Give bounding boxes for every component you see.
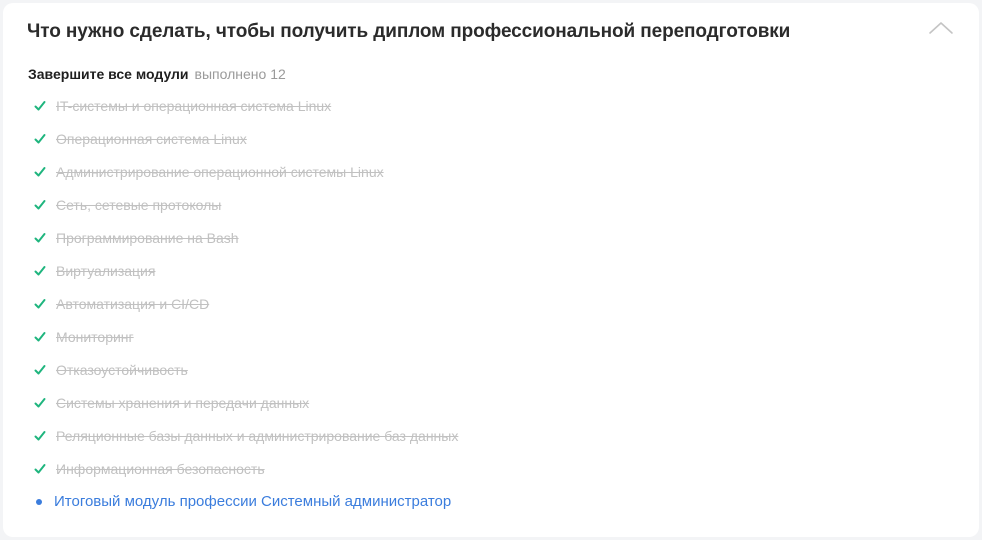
module-item: Информационная безопасность — [34, 452, 458, 485]
requirements-card: Что нужно сделать, чтобы получить диплом… — [3, 3, 979, 537]
module-link[interactable]: Администрирование операционной системы L… — [56, 164, 384, 180]
module-item: Программирование на Bash — [34, 221, 458, 254]
module-link[interactable]: Системы хранения и передачи данных — [56, 395, 309, 411]
module-item: Операционная система Linux — [34, 122, 458, 155]
module-item: Виртуализация — [34, 254, 458, 287]
module-item: Реляционные базы данных и администрирова… — [34, 419, 458, 452]
module-item: Системы хранения и передачи данных — [34, 386, 458, 419]
module-link[interactable]: Реляционные базы данных и администрирова… — [56, 428, 458, 444]
collapse-button[interactable] — [927, 17, 955, 39]
module-item: Отказоустойчивость — [34, 353, 458, 386]
module-item: Мониторинг — [34, 320, 458, 353]
module-item: Администрирование операционной системы L… — [34, 155, 458, 188]
module-link[interactable]: IT-системы и операционная система Linux — [56, 98, 331, 114]
card-title: Что нужно сделать, чтобы получить диплом… — [27, 21, 791, 42]
check-icon — [34, 397, 46, 409]
check-icon — [34, 298, 46, 310]
completed-count: выполнено 12 — [194, 66, 286, 82]
module-link[interactable]: Отказоустойчивость — [56, 362, 188, 378]
module-item-current: Итоговый модуль профессии Системный адми… — [34, 485, 458, 518]
check-icon — [34, 364, 46, 376]
module-link[interactable]: Операционная система Linux — [56, 131, 247, 147]
module-item: Автоматизация и CI/CD — [34, 287, 458, 320]
check-icon — [34, 199, 46, 211]
chevron-up-icon — [929, 22, 953, 34]
module-item: IT-системы и операционная система Linux — [34, 89, 458, 122]
section-heading: Завершите все модули — [28, 66, 189, 82]
module-link[interactable]: Автоматизация и CI/CD — [56, 296, 209, 312]
modules-section-header: Завершите все модули выполнено 12 — [28, 66, 286, 82]
module-item: Сеть, сетевые протоколы — [34, 188, 458, 221]
module-link[interactable]: Мониторинг — [56, 329, 134, 345]
check-icon — [34, 232, 46, 244]
check-icon — [34, 463, 46, 475]
modules-list: IT-системы и операционная система Linux … — [34, 89, 458, 518]
dot-icon — [36, 498, 42, 505]
check-icon — [34, 430, 46, 442]
module-link[interactable]: Виртуализация — [56, 263, 155, 279]
check-icon — [34, 100, 46, 112]
check-icon — [34, 133, 46, 145]
check-icon — [34, 265, 46, 277]
module-link[interactable]: Информационная безопасность — [56, 461, 265, 477]
check-icon — [34, 331, 46, 343]
current-module-link[interactable]: Итоговый модуль профессии Системный адми… — [54, 493, 451, 510]
module-link[interactable]: Программирование на Bash — [56, 230, 239, 246]
check-icon — [34, 166, 46, 178]
module-link[interactable]: Сеть, сетевые протоколы — [56, 197, 221, 213]
